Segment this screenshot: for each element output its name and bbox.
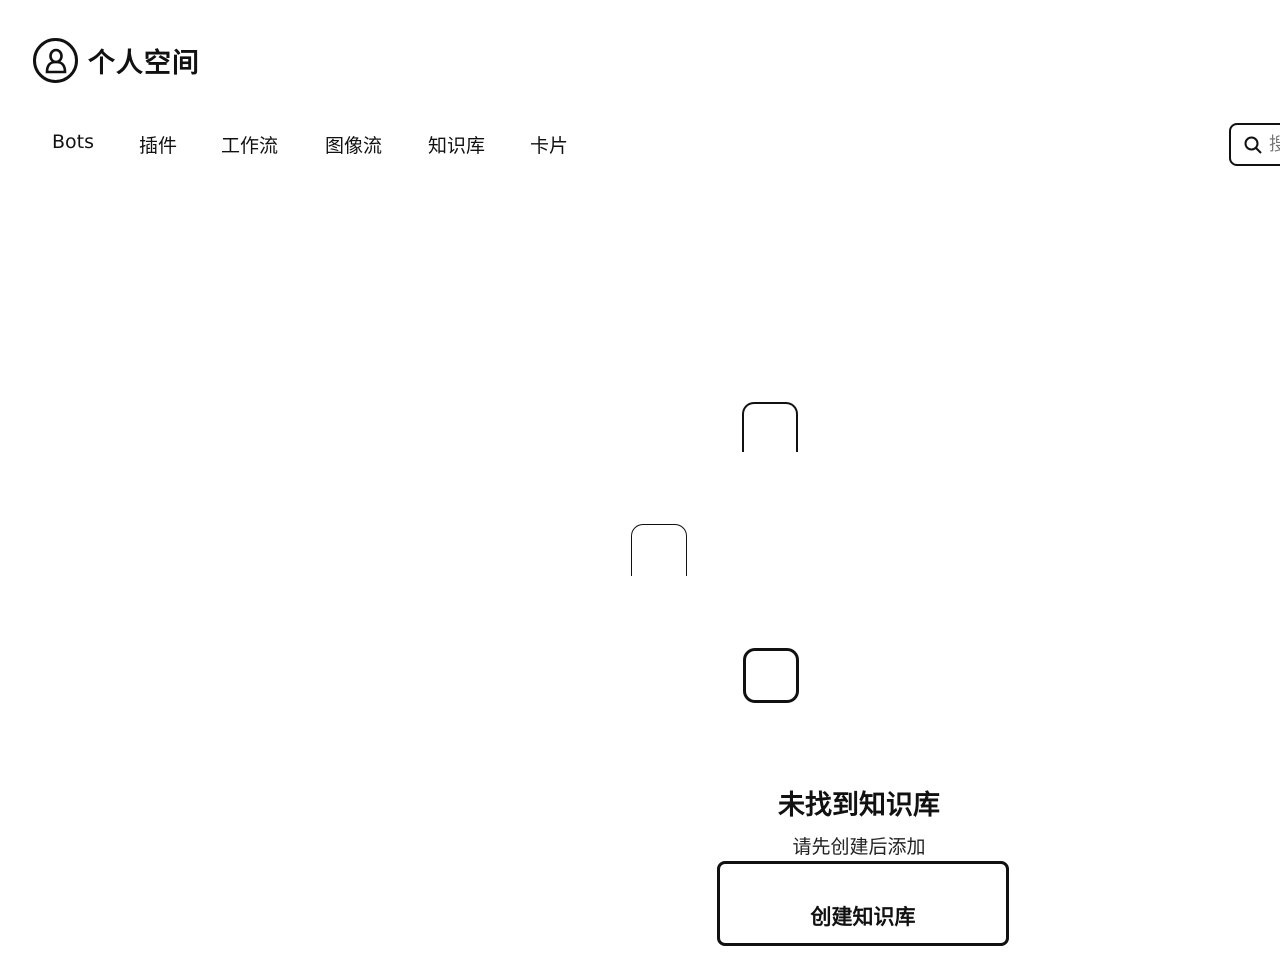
empty-illustration-card-top — [742, 402, 798, 452]
tab-plugins[interactable]: 插件 — [139, 131, 177, 158]
create-knowledge-button[interactable]: 创建知识库 — [717, 861, 1009, 946]
search-input[interactable] — [1269, 134, 1280, 155]
empty-illustration-card-middle — [631, 524, 687, 576]
tab-bots[interactable]: Bots — [52, 131, 94, 153]
page: 个人空间 Bots 插件 工作流 图像流 知识库 卡片 未找到知识库 请先创建后… — [0, 0, 1280, 977]
empty-state-subtitle: 请先创建后添加 — [792, 836, 926, 858]
tab-knowledge[interactable]: 知识库 — [428, 131, 485, 158]
tab-bar: Bots 插件 工作流 图像流 知识库 卡片 — [0, 131, 800, 161]
search-icon — [1243, 135, 1263, 155]
search-box[interactable] — [1229, 123, 1280, 166]
tab-cards[interactable]: 卡片 — [530, 131, 568, 158]
tab-workflows[interactable]: 工作流 — [221, 131, 278, 158]
empty-illustration-card-bottom — [743, 648, 799, 703]
page-header: 个人空间 — [33, 38, 200, 83]
tab-image-flows[interactable]: 图像流 — [325, 131, 382, 158]
page-title: 个人空间 — [88, 48, 200, 79]
empty-state-title: 未找到知识库 — [778, 790, 940, 821]
user-avatar-icon — [33, 38, 78, 83]
